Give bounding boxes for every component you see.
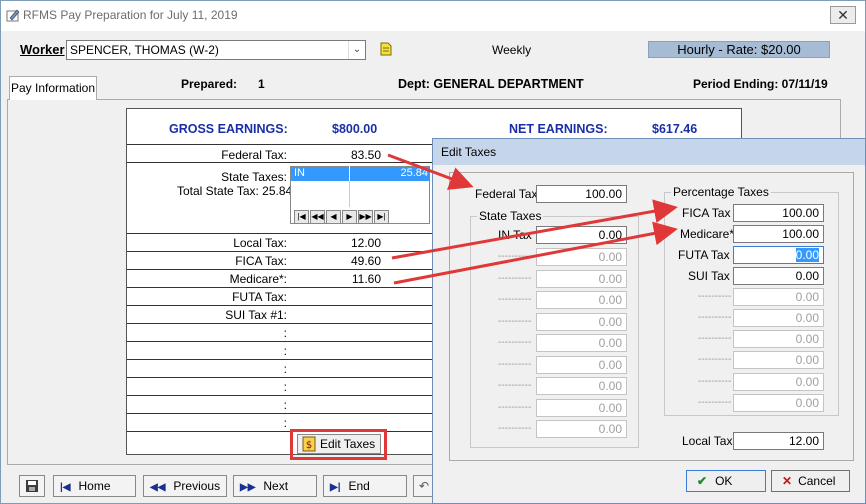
arrow-medicare: [393, 221, 678, 285]
annotation-arrows: [387, 153, 678, 285]
arrow-fica: [391, 199, 678, 260]
arrow-federal: [387, 153, 474, 190]
